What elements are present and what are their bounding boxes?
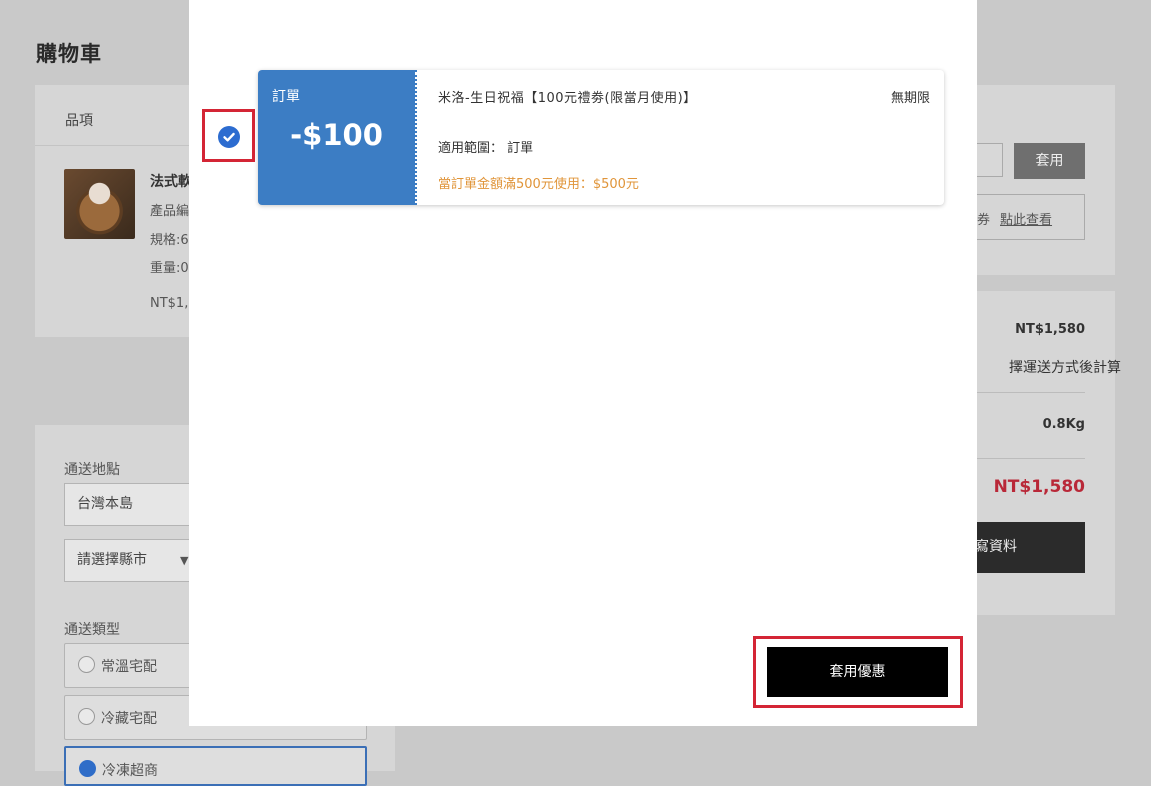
shipping-area-select[interactable]: 台灣本島 [64, 483, 204, 526]
city-select[interactable]: 請選擇縣市 ▼ [64, 539, 204, 582]
shipping-type-label: 通送類型 [64, 622, 120, 638]
apply-coupon-button[interactable]: 套用優惠 [767, 647, 948, 697]
coupon-scope-value: 訂單 [507, 141, 534, 156]
shipping-option-label: 冷藏宅配 [101, 711, 157, 727]
subtotal-value: NT$1,580 [1015, 322, 1085, 337]
radio-icon [78, 708, 95, 725]
product-name[interactable]: 法式軟 [150, 171, 192, 191]
coupon-condition: 當訂單金額滿500元使用：$500元 [438, 177, 639, 192]
shipping-option-label: 冷凍超商 [102, 763, 158, 779]
coupon-amount: -$100 [290, 118, 383, 152]
shipping-area-label: 通送地點 [64, 462, 120, 478]
coupon-card[interactable]: 訂單 -$100 米洛-生日祝福【100元禮劵(限當月使用)】 無期限 適用範圍… [258, 70, 944, 205]
coupon-divider [415, 70, 419, 205]
radio-checked-icon [79, 760, 96, 777]
shipping-option-frozen-store[interactable]: 冷凍超商 [64, 746, 367, 786]
coupon-amount-block: 訂單 -$100 [258, 70, 415, 205]
coupon-title: 米洛-生日祝福【100元禮劵(限當月使用)】 [438, 91, 697, 106]
product-price: NT$1, [150, 296, 189, 311]
view-coupons-link[interactable]: 點此查看 [1000, 213, 1052, 228]
product-sku: 產品編 [150, 204, 190, 219]
shipping-option-label: 常溫宅配 [101, 659, 157, 675]
page-title: 購物車 [36, 42, 102, 66]
radio-icon [78, 656, 95, 673]
promo-apply-button[interactable]: 套用 [1014, 143, 1085, 179]
weight-value: 0.8Kg [1042, 417, 1085, 432]
coupon-type: 訂單 [272, 89, 300, 105]
city-select-value: 請選擇縣市 [77, 552, 147, 568]
chevron-down-icon: ▼ [180, 554, 189, 567]
coupon-scope-label: 適用範圍： [438, 141, 504, 156]
product-thumbnail[interactable] [64, 169, 135, 239]
product-spec: 規格:6 [150, 233, 189, 248]
check-icon [223, 132, 235, 142]
product-weight: 重量:0 [150, 261, 189, 276]
coupon-prefix: 券 [977, 213, 991, 228]
coupon-expiry: 無期限 [890, 91, 930, 106]
coupon-scope: 適用範圍： 訂單 [438, 137, 533, 156]
total-value: NT$1,580 [993, 477, 1085, 497]
shipping-note: 擇運送方式後計算 [1009, 360, 1121, 376]
coupon-checkbox[interactable] [218, 126, 240, 148]
column-label-item: 品項 [65, 113, 93, 129]
